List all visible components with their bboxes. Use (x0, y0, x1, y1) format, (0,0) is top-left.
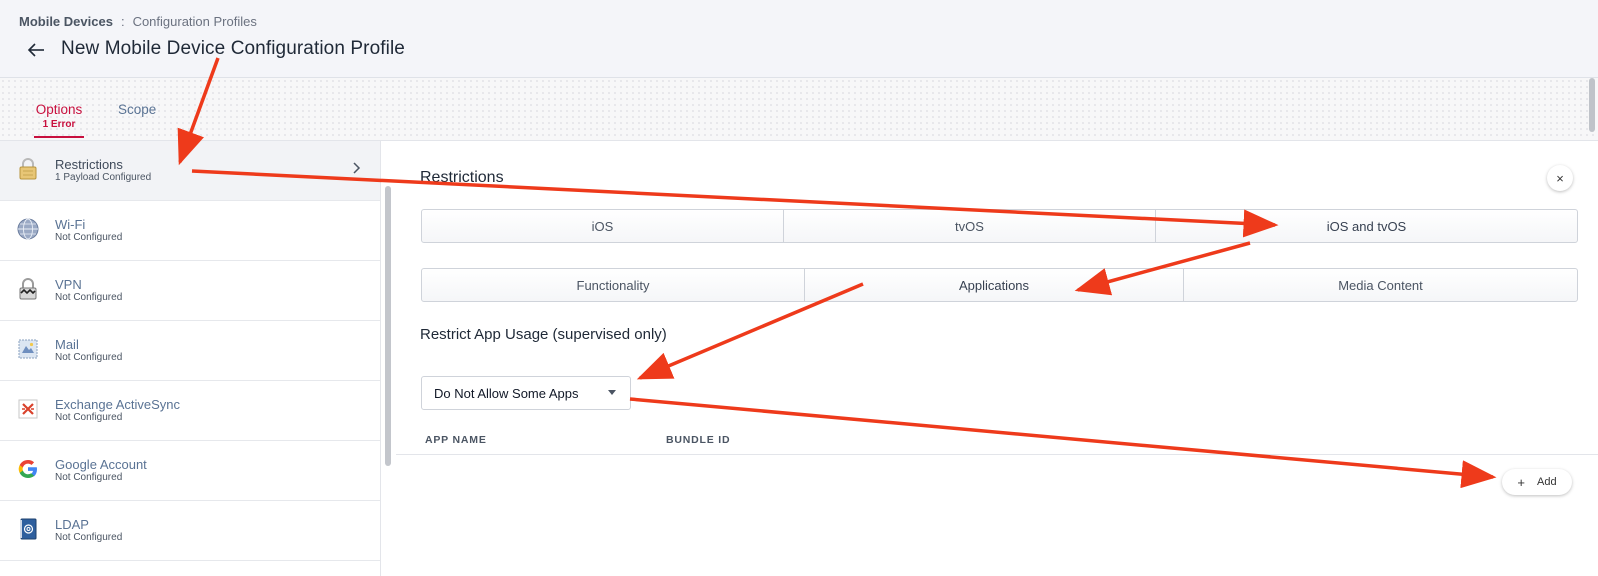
tab-options[interactable]: Options 1 Error (34, 102, 84, 138)
breadcrumb-parent[interactable]: Mobile Devices (19, 14, 113, 29)
add-button[interactable]: + Add (1502, 469, 1572, 495)
platform-segmented-control: iOS tvOS iOS and tvOS (421, 209, 1578, 243)
back-arrow-icon[interactable] (24, 38, 48, 62)
sidebar-item-title: VPN (55, 277, 82, 292)
sidebar-item-title: Google Account (55, 457, 147, 472)
select-value: Do Not Allow Some Apps (434, 386, 579, 401)
caret-down-icon (608, 390, 616, 395)
sidebar-item-status: Not Configured (55, 532, 123, 543)
vpn-lock-icon (19, 278, 37, 300)
segment-ios-and-tvos[interactable]: iOS and tvOS (1156, 210, 1577, 242)
breadcrumb-separator: : (120, 14, 125, 29)
sidebar-item-wifi[interactable]: Wi-Fi Not Configured (0, 201, 380, 261)
restrict-app-usage-heading: Restrict App Usage (supervised only) (420, 326, 667, 343)
sidebar-item-restrictions[interactable]: Restrictions 1 Payload Configured (0, 141, 380, 201)
tab-scope-label: Scope (118, 102, 157, 117)
segment-ios[interactable]: iOS (422, 210, 784, 242)
payload-editor: Restrictions × iOS tvOS iOS and tvOS Fun… (396, 141, 1598, 576)
tabs-bar: Options 1 Error Scope (0, 78, 1598, 141)
tab-active-underline (34, 136, 84, 138)
sidebar-item-vpn[interactable]: VPN Not Configured (0, 261, 380, 321)
segment-applications[interactable]: Applications (805, 269, 1184, 301)
tab-options-label: Options (35, 102, 83, 117)
tab-options-error: 1 Error (42, 119, 76, 130)
page-header: Mobile Devices : Configuration Profiles … (0, 0, 1598, 78)
ldap-book-icon (20, 518, 37, 540)
restrict-app-usage-select[interactable]: Do Not Allow Some Apps (421, 376, 631, 410)
column-header-bundle-id: BUNDLE ID (666, 434, 731, 446)
sidebar-item-google-account[interactable]: Google Account Not Configured (0, 441, 380, 501)
segment-media-content[interactable]: Media Content (1184, 269, 1577, 301)
exchange-icon (18, 399, 38, 419)
section-title: Restrictions (420, 169, 504, 186)
breadcrumb: Mobile Devices : Configuration Profiles (19, 14, 257, 29)
tab-scope[interactable]: Scope (118, 102, 156, 117)
payload-sidebar: Restrictions 1 Payload Configured Wi-Fi … (0, 141, 381, 576)
mail-stamp-icon (18, 339, 38, 359)
google-icon (18, 460, 37, 478)
page-title: New Mobile Device Configuration Profile (61, 38, 405, 59)
sidebar-item-status: 1 Payload Configured (55, 172, 152, 183)
lock-icon (19, 158, 37, 180)
table-divider (396, 454, 1598, 455)
sidebar-item-title: Mail (55, 337, 79, 352)
sidebar-item-status: Not Configured (55, 472, 123, 483)
segment-functionality[interactable]: Functionality (422, 269, 805, 301)
breadcrumb-current[interactable]: Configuration Profiles (133, 14, 257, 29)
close-button[interactable]: × (1547, 165, 1573, 191)
sidebar-item-exchange-activesync[interactable]: Exchange ActiveSync Not Configured (0, 381, 380, 441)
sidebar-item-ldap[interactable]: LDAP Not Configured (0, 501, 380, 561)
sidebar-item-title: LDAP (55, 517, 89, 532)
globe-icon (17, 218, 39, 240)
add-button-label: Add (1537, 476, 1557, 488)
sidebar-item-title: Restrictions (55, 157, 123, 172)
plus-icon: + (1517, 474, 1525, 490)
page-scrollbar[interactable] (1589, 78, 1595, 132)
sidebar-item-title: Wi-Fi (55, 217, 86, 232)
chevron-right-icon (353, 162, 361, 174)
sidebar-item-status: Not Configured (55, 412, 123, 423)
sidebar-item-mail[interactable]: Mail Not Configured (0, 321, 380, 381)
column-header-app-name: APP NAME (425, 434, 487, 446)
sidebar-item-status: Not Configured (55, 352, 123, 363)
sidebar-item-status: Not Configured (55, 232, 123, 243)
category-segmented-control: Functionality Applications Media Content (421, 268, 1578, 302)
sidebar-item-title: Exchange ActiveSync (55, 397, 181, 412)
sidebar-item-status: Not Configured (55, 292, 123, 303)
sidebar-scrollbar[interactable] (385, 186, 391, 466)
segment-tvos[interactable]: tvOS (784, 210, 1156, 242)
